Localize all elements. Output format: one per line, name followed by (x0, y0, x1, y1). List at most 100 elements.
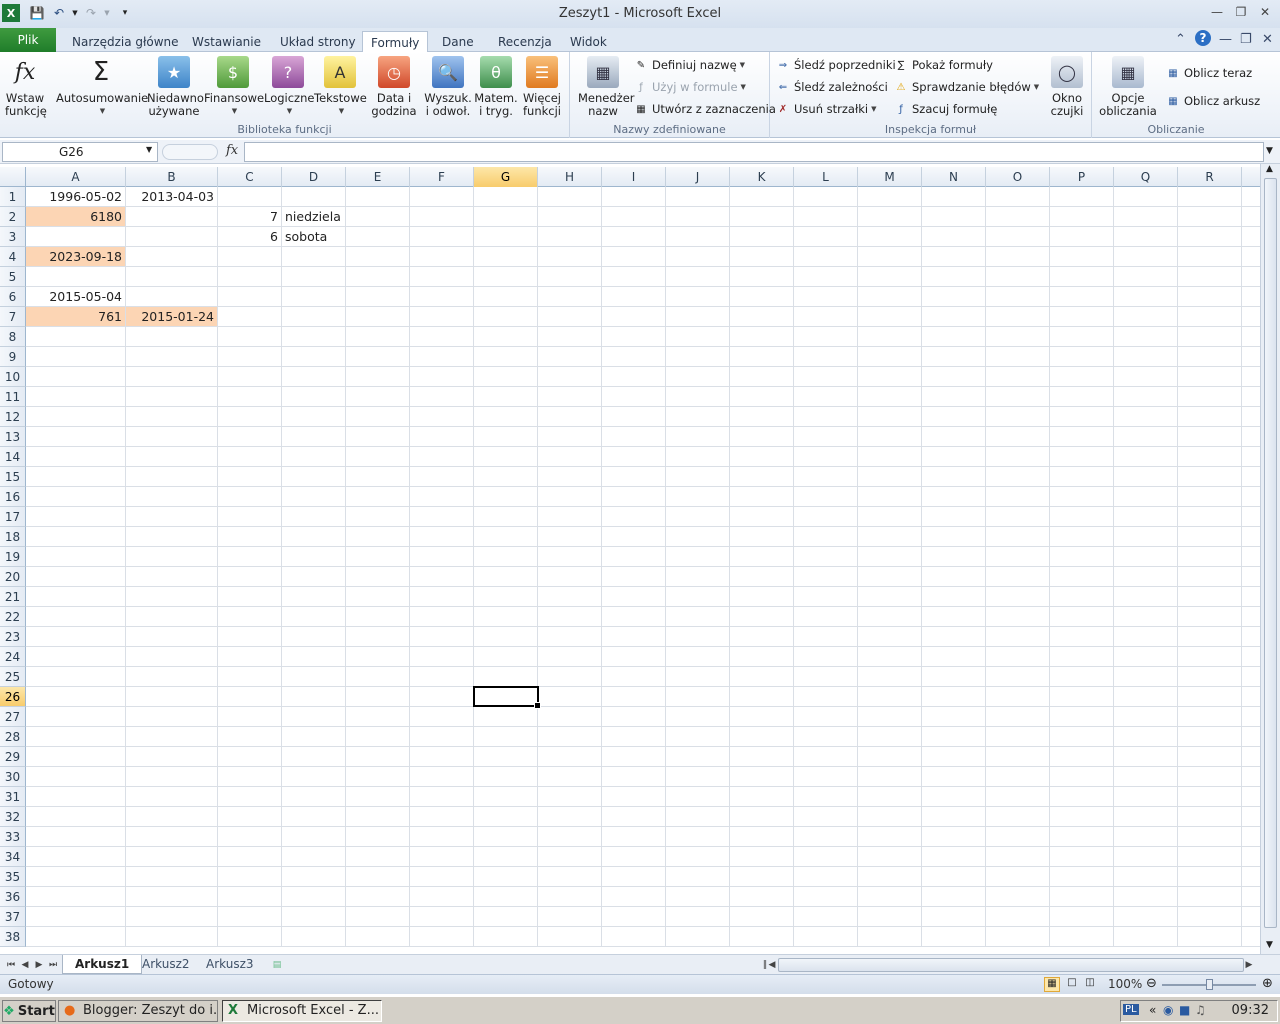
minimize-icon[interactable]: — (1208, 5, 1226, 19)
start-button[interactable]: ❖ Start (2, 1000, 56, 1022)
row-header-19[interactable]: 19 (0, 547, 26, 567)
formula-input[interactable] (244, 142, 1264, 162)
row-header-18[interactable]: 18 (0, 527, 26, 547)
cell-c2[interactable]: 7 (218, 207, 281, 226)
define-name-button[interactable]: ✎ Definiuj nazwę ▼ (634, 56, 745, 74)
calc-options-button[interactable]: ▦ Opcje obliczania (1096, 56, 1160, 118)
row-header-17[interactable]: 17 (0, 507, 26, 527)
tab-file[interactable]: Plik (0, 28, 56, 52)
last-sheet-icon[interactable]: ⏭ (46, 957, 60, 973)
volume-icon[interactable]: ♫ (1195, 1003, 1206, 1017)
column-header-a[interactable]: A (26, 167, 126, 187)
column-header-p[interactable]: P (1050, 167, 1114, 187)
spreadsheet-grid[interactable]: ABCDEFGHIJKLMNOPQR 1 2 3 4 5 6 7 8 9 10 11 12 13 14 15… (0, 167, 1260, 947)
sheet-tab-arkusz2[interactable]: Arkusz2 (130, 955, 202, 974)
column-header-n[interactable]: N (922, 167, 986, 187)
security-icon[interactable]: ■ (1179, 1003, 1190, 1017)
row-header-6[interactable]: 6 (0, 287, 26, 307)
expand-formula-bar-icon[interactable]: ▼ (1266, 146, 1273, 156)
row-header-8[interactable]: 8 (0, 327, 26, 347)
sheet-tab-arkusz3[interactable]: Arkusz3 (194, 955, 266, 974)
close-icon[interactable]: ✕ (1256, 5, 1274, 19)
page-break-view-icon[interactable]: ◫ (1082, 977, 1098, 992)
minimize-ribbon-icon[interactable]: ⌃ (1175, 32, 1186, 47)
column-header-o[interactable]: O (986, 167, 1050, 187)
row-header-37[interactable]: 37 (0, 907, 26, 927)
cell-a2[interactable]: 6180 (26, 207, 125, 226)
watch-window-button[interactable]: ◯ Okno czujki (1044, 56, 1090, 118)
tray-expand-icon[interactable]: « (1149, 1003, 1156, 1017)
language-indicator[interactable]: PL (1123, 1004, 1139, 1015)
row-header-13[interactable]: 13 (0, 427, 26, 447)
text-functions-button[interactable]: A Tekstowe ▼ (314, 56, 367, 118)
taskbar-item-blogger[interactable]: ● Blogger: Zeszyt do i... (58, 1000, 218, 1022)
workbook-restore-icon[interactable]: ❐ (1240, 32, 1252, 47)
row-header-29[interactable]: 29 (0, 747, 26, 767)
row-header-31[interactable]: 31 (0, 787, 26, 807)
remove-arrows-button[interactable]: ✗ Usuń strzałki ▼ (776, 100, 877, 118)
formula-bar-divider[interactable] (162, 144, 218, 160)
taskbar-item-excel[interactable]: X Microsoft Excel - Z... (222, 1000, 382, 1022)
evaluate-formula-button[interactable]: ƒ Szacuj formułę (894, 100, 997, 118)
column-header-q[interactable]: Q (1114, 167, 1178, 187)
tab-formulas[interactable]: Formuły (362, 31, 429, 53)
column-header-g[interactable]: G (474, 167, 538, 187)
row-header-20[interactable]: 20 (0, 567, 26, 587)
logical-button[interactable]: ? Logiczne ▼ (264, 56, 314, 118)
recently-used-button[interactable]: ★ Niedawno używane (146, 56, 204, 118)
column-header-e[interactable]: E (346, 167, 410, 187)
row-header-10[interactable]: 10 (0, 367, 26, 387)
scroll-right-icon[interactable]: ▶ (1242, 957, 1256, 973)
cell-d2[interactable]: niedziela (282, 207, 345, 226)
date-time-button[interactable]: ◷ Data i godzina (366, 56, 422, 118)
row-header-34[interactable]: 34 (0, 847, 26, 867)
column-header-l[interactable]: L (794, 167, 858, 187)
zoom-level[interactable]: 100% (1108, 977, 1142, 991)
row-header-25[interactable]: 25 (0, 667, 26, 687)
row-header-12[interactable]: 12 (0, 407, 26, 427)
select-all-corner[interactable] (0, 167, 26, 187)
column-header-b[interactable]: B (126, 167, 218, 187)
row-header-14[interactable]: 14 (0, 447, 26, 467)
tab-data[interactable]: Dane (434, 31, 482, 52)
row-header-27[interactable]: 27 (0, 707, 26, 727)
row-header-36[interactable]: 36 (0, 887, 26, 907)
cell-a6[interactable]: 2015-05-04 (26, 287, 125, 306)
row-header-16[interactable]: 16 (0, 487, 26, 507)
row-header-28[interactable]: 28 (0, 727, 26, 747)
row-header-24[interactable]: 24 (0, 647, 26, 667)
row-header-26[interactable]: 26 (0, 687, 26, 707)
zoom-in-icon[interactable]: ⊕ (1262, 976, 1273, 991)
network-icon[interactable]: ◉ (1163, 1003, 1173, 1017)
column-header-i[interactable]: I (602, 167, 666, 187)
insert-function-button[interactable]: fx Wstaw funkcję (4, 56, 47, 118)
scroll-up-icon[interactable]: ▲ (1266, 164, 1273, 174)
scroll-left-icon[interactable]: ◀ (765, 957, 779, 973)
row-header-7[interactable]: 7 (0, 307, 26, 327)
column-header-r[interactable]: R (1178, 167, 1242, 187)
vertical-scroll-thumb[interactable] (1264, 178, 1277, 928)
name-manager-button[interactable]: ▦ Menedżer nazw (574, 56, 635, 118)
row-header-33[interactable]: 33 (0, 827, 26, 847)
row-header-4[interactable]: 4 (0, 247, 26, 267)
column-header-h[interactable]: H (538, 167, 602, 187)
column-header-f[interactable]: F (410, 167, 474, 187)
cell-c3[interactable]: 6 (218, 227, 281, 246)
first-sheet-icon[interactable]: ⏮ (4, 957, 18, 973)
workbook-minimize-icon[interactable]: — (1219, 32, 1232, 47)
zoom-slider-thumb[interactable] (1206, 979, 1213, 990)
use-in-formula-button[interactable]: ƒ Użyj w formule ▼ (634, 78, 746, 96)
cell-a7[interactable]: 761 (26, 307, 125, 326)
insert-sheet-icon[interactable]: ▤ (268, 957, 286, 973)
normal-view-icon[interactable]: ▦ (1044, 977, 1060, 992)
cell-a4[interactable]: 2023-09-18 (26, 247, 125, 266)
autosum-button[interactable]: Σ Autosumowanie ▼ (56, 56, 148, 118)
column-header-j[interactable]: J (666, 167, 730, 187)
error-checking-button[interactable]: ⚠ Sprawdzanie błędów ▼ (894, 78, 1040, 96)
zoom-out-icon[interactable]: ⊖ (1146, 976, 1157, 991)
cell-d3[interactable]: sobota (282, 227, 345, 246)
row-header-38[interactable]: 38 (0, 927, 26, 947)
financial-button[interactable]: $ Finansowe ▼ (204, 56, 264, 118)
row-header-32[interactable]: 32 (0, 807, 26, 827)
row-header-5[interactable]: 5 (0, 267, 26, 287)
